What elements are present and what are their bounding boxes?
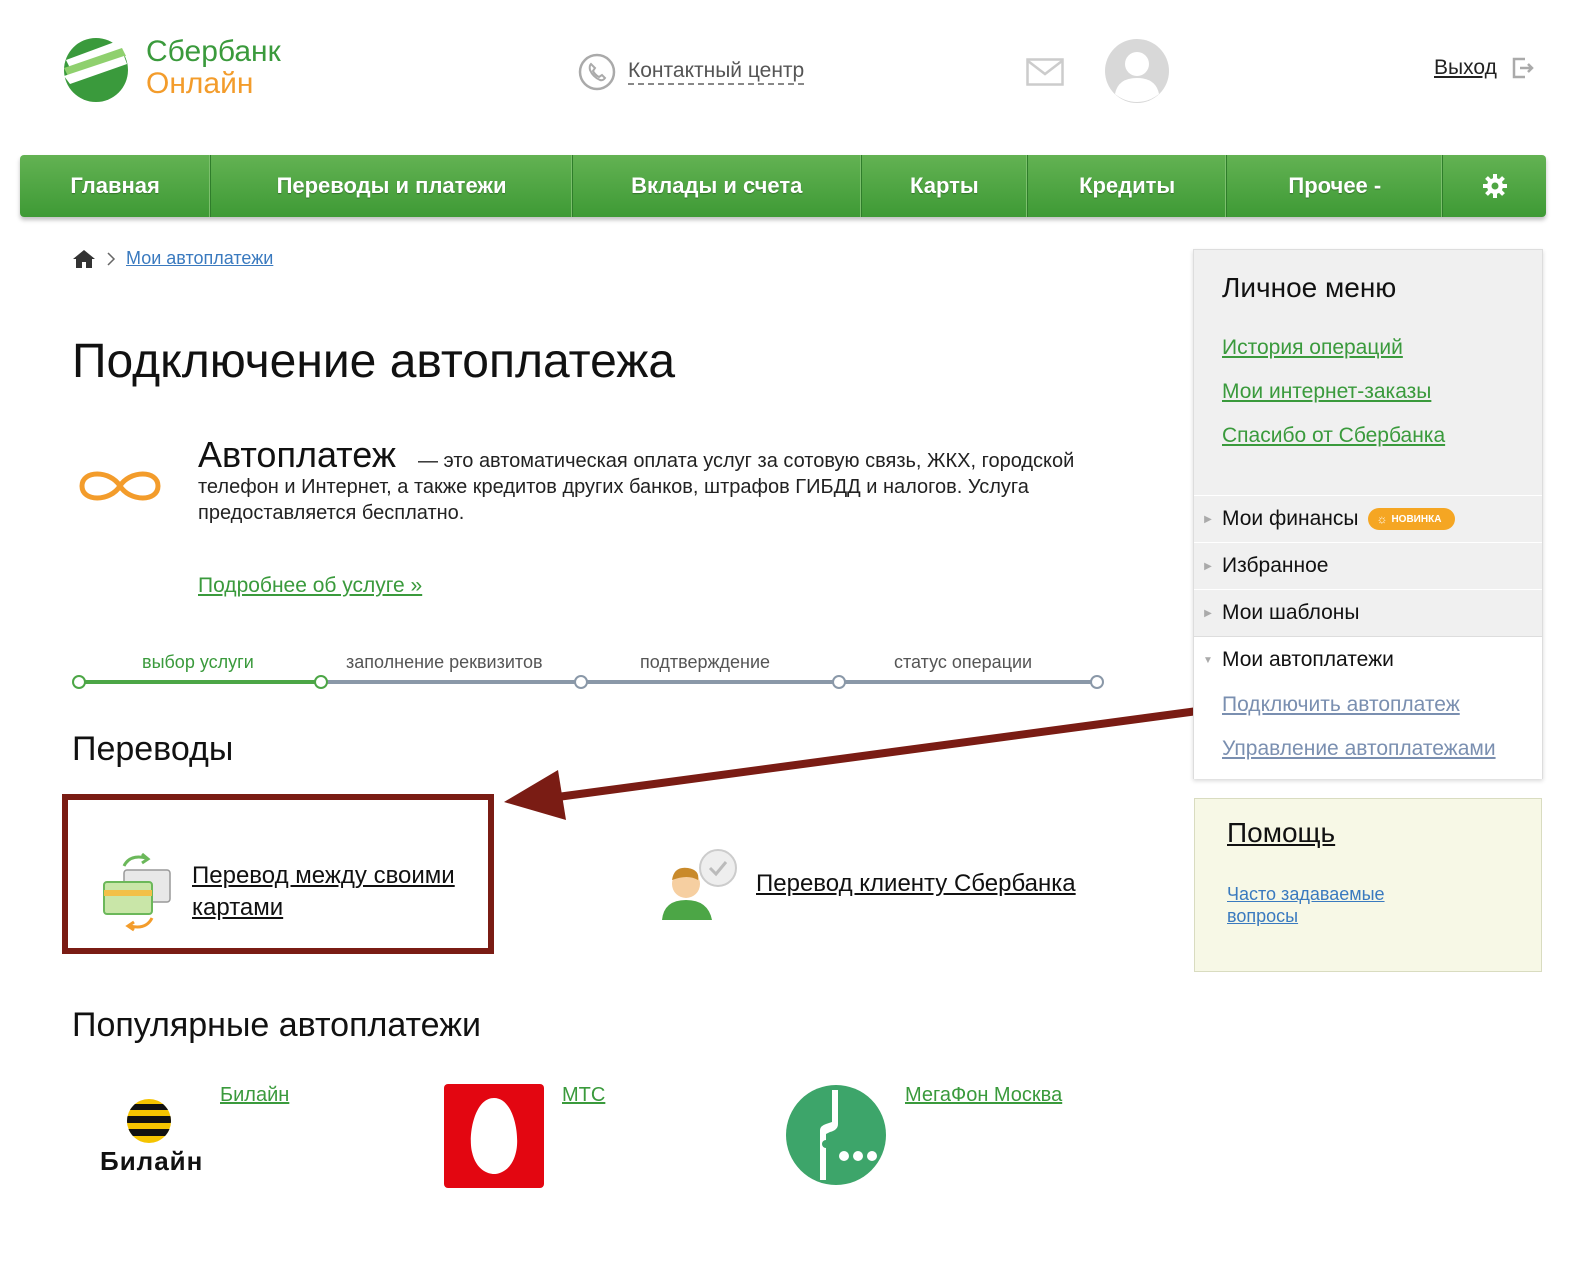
transfer-to-sberbank-client[interactable]: Перевод клиенту Сбербанка: [658, 846, 1076, 922]
logo-icon: [64, 38, 128, 102]
breadcrumb: Мои автоплатежи: [72, 248, 273, 269]
menu-autopayments-label: Мои автоплатежи: [1222, 648, 1394, 671]
operator-beeline-link[interactable]: Билайн: [220, 1084, 289, 1107]
avatar-icon[interactable]: [1104, 38, 1170, 104]
nav-cards[interactable]: Карты: [862, 155, 1029, 217]
nav-other[interactable]: Прочее -: [1227, 155, 1444, 217]
page-title: Подключение автоплатежа: [72, 335, 676, 388]
menu-autopayments[interactable]: ▼ Мои автоплатежи: [1194, 637, 1542, 683]
nav-transfers-payments[interactable]: Переводы и платежи: [211, 155, 573, 217]
step-dot-5: [1090, 675, 1104, 689]
help-title[interactable]: Помощь: [1227, 817, 1335, 849]
personal-menu: Личное меню История операций Мои интерне…: [1193, 249, 1543, 779]
megafon-icon[interactable]: [786, 1084, 886, 1186]
personal-menu-title: Личное меню: [1222, 272, 1397, 303]
nav-settings[interactable]: [1443, 155, 1546, 217]
step-dot-3: [574, 675, 588, 689]
help-panel: Помощь Часто задаваемые вопросы: [1194, 798, 1542, 972]
beeline-logo[interactable]: Билайн: [100, 1098, 210, 1188]
menu-favorites[interactable]: ▶ Избранное: [1194, 542, 1542, 590]
nav-credits[interactable]: Кредиты: [1028, 155, 1228, 217]
breadcrumb-current[interactable]: Мои автоплатежи: [126, 248, 273, 269]
step-progress-remaining: [322, 680, 1096, 684]
phone-icon: [578, 53, 616, 91]
step-confirm: подтверждение: [640, 652, 771, 672]
exit-button[interactable]: Выход: [1434, 56, 1535, 80]
menu-connect-autopay[interactable]: Подключить автоплатеж: [1222, 693, 1460, 717]
step-progress-done: [80, 680, 322, 684]
mail-icon[interactable]: [1026, 58, 1064, 86]
triangle-right-icon: ▶: [1204, 560, 1212, 572]
logo-line2: Онлайн: [146, 67, 254, 100]
step-dot-4: [832, 675, 846, 689]
cards-exchange-icon: [103, 852, 171, 932]
step-dot-1: [72, 675, 86, 689]
menu-templates[interactable]: ▶ Мои шаблоны: [1194, 589, 1542, 637]
nav-deposits-accounts[interactable]: Вклады и счета: [573, 155, 862, 217]
operator-mts-link[interactable]: МТС: [562, 1084, 605, 1107]
menu-favorites-label: Избранное: [1222, 554, 1329, 577]
menu-templates-label: Мои шаблоны: [1222, 601, 1360, 624]
triangle-right-icon: ▶: [1204, 607, 1212, 619]
transfer-own-cards-label[interactable]: Перевод между своими картами: [192, 860, 455, 924]
step-status: статус операции: [894, 652, 1033, 672]
beeline-logo-text: Билайн: [100, 1146, 204, 1176]
new-badge: ☼ НОВИНКА: [1368, 508, 1456, 530]
autopay-infinity-icon: [79, 471, 161, 501]
operator-megafon-link[interactable]: МегаФон Москва: [905, 1084, 1062, 1107]
step-dot-2: [314, 675, 328, 689]
more-about-service-link[interactable]: Подробнее об услуге »: [198, 574, 422, 598]
nav-home[interactable]: Главная: [20, 155, 212, 217]
step-fill-details: заполнение реквизитов: [346, 652, 543, 672]
logo-line1: Сбербанк: [146, 35, 281, 68]
popular-heading: Популярные автоплатежи: [72, 1006, 481, 1044]
faq-link[interactable]: Часто задаваемые вопросы: [1227, 883, 1427, 927]
gear-icon: [1482, 174, 1507, 198]
chevron-right-icon: [107, 251, 116, 266]
transfer-own-cards-line2[interactable]: картами: [192, 892, 455, 924]
contact-center-link[interactable]: Контактный центр: [578, 52, 805, 92]
menu-manage-autopays[interactable]: Управление автоплатежами: [1222, 737, 1496, 761]
menu-operations-history[interactable]: История операций: [1222, 336, 1403, 360]
menu-internet-orders[interactable]: Мои интернет-заказы: [1222, 380, 1431, 404]
menu-spasibo[interactable]: Спасибо от Сбербанка: [1222, 424, 1445, 448]
exit-label[interactable]: Выход: [1434, 56, 1497, 80]
step-choose-service: выбор услуги: [142, 652, 254, 672]
new-badge-label: НОВИНКА: [1391, 513, 1442, 525]
transfers-heading: Переводы: [72, 730, 234, 768]
transfer-own-cards[interactable]: Перевод между своими картами: [100, 852, 455, 932]
sun-icon: ☼: [1376, 512, 1388, 526]
menu-my-finances-label: Мои финансы: [1222, 507, 1359, 530]
beeline-icon: [127, 1099, 171, 1143]
logout-icon: [1512, 57, 1534, 79]
triangle-down-icon: ▼: [1203, 654, 1213, 666]
menu-my-finances[interactable]: ▶ Мои финансы ☼ НОВИНКА: [1194, 495, 1542, 543]
logo-text: Сбербанк Онлайн: [146, 36, 281, 100]
home-icon[interactable]: [72, 249, 96, 269]
autopay-title: Автоплатеж: [198, 434, 396, 475]
client-person-icon: [662, 849, 737, 920]
menu-autopayments-section: ▼ Мои автоплатежи Подключить автоплатеж …: [1194, 637, 1542, 779]
annotation-arrow: [504, 706, 1206, 820]
triangle-right-icon: ▶: [1204, 513, 1212, 525]
contact-center-label[interactable]: Контактный центр: [628, 59, 805, 85]
mts-icon[interactable]: [444, 1084, 544, 1188]
transfer-to-client-label[interactable]: Перевод клиенту Сбербанка: [756, 868, 1076, 900]
main-nav: Главная Переводы и платежи Вклады и счет…: [20, 155, 1546, 217]
transfer-own-cards-line1[interactable]: Перевод между своими: [192, 860, 455, 892]
